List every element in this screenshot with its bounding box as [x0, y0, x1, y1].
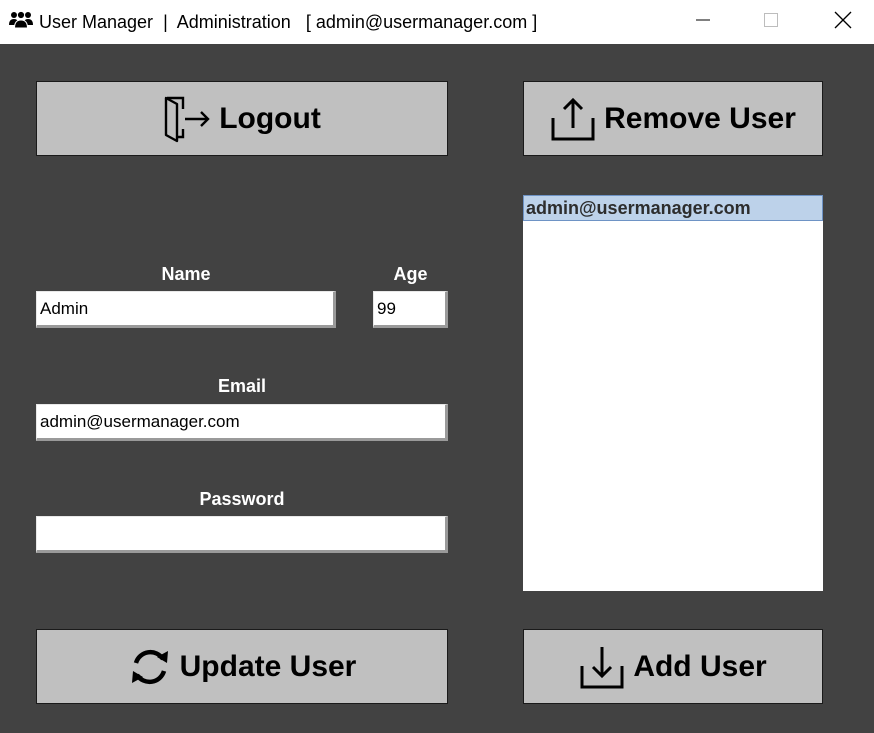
close-button[interactable]	[820, 0, 866, 44]
upload-icon	[550, 96, 596, 142]
update-user-button[interactable]: Update User	[36, 629, 448, 704]
download-icon	[579, 644, 625, 690]
age-input[interactable]	[373, 291, 448, 328]
add-user-button[interactable]: Add User	[523, 629, 823, 704]
minimize-button[interactable]	[680, 0, 726, 44]
user-list[interactable]: admin@usermanager.com	[523, 195, 823, 591]
logout-label: Logout	[219, 101, 321, 135]
maximize-icon	[763, 12, 779, 33]
title-separator: |	[163, 12, 168, 32]
refresh-icon	[128, 646, 172, 688]
maximize-button[interactable]	[748, 0, 794, 44]
title-bar: User Manager | Administration [ admin@us…	[0, 0, 874, 44]
email-input[interactable]	[36, 404, 448, 441]
add-user-label: Add User	[633, 649, 767, 683]
email-label: Email	[217, 376, 267, 396]
remove-user-button[interactable]: Remove User	[523, 81, 823, 156]
logout-door-icon	[163, 95, 213, 143]
remove-user-label: Remove User	[604, 101, 796, 135]
password-input[interactable]	[36, 516, 448, 553]
minimize-icon	[695, 12, 711, 33]
section-name: Administration	[176, 12, 291, 32]
name-label: Name	[161, 264, 211, 284]
users-icon	[9, 10, 33, 30]
name-input[interactable]	[36, 291, 336, 328]
update-user-label: Update User	[179, 649, 357, 683]
close-icon	[834, 11, 852, 34]
user-list-item-selected[interactable]: admin@usermanager.com	[523, 195, 823, 221]
window-title: User Manager | Administration [ admin@us…	[39, 12, 537, 32]
account-label: [ admin@usermanager.com ]	[305, 12, 538, 32]
password-label: Password	[199, 489, 285, 509]
main-panel: Logout Remove User Name Age Email Passwo…	[0, 44, 874, 733]
app-name: User Manager	[39, 12, 154, 32]
age-label: Age	[393, 264, 428, 284]
logout-button[interactable]: Logout	[36, 81, 448, 156]
